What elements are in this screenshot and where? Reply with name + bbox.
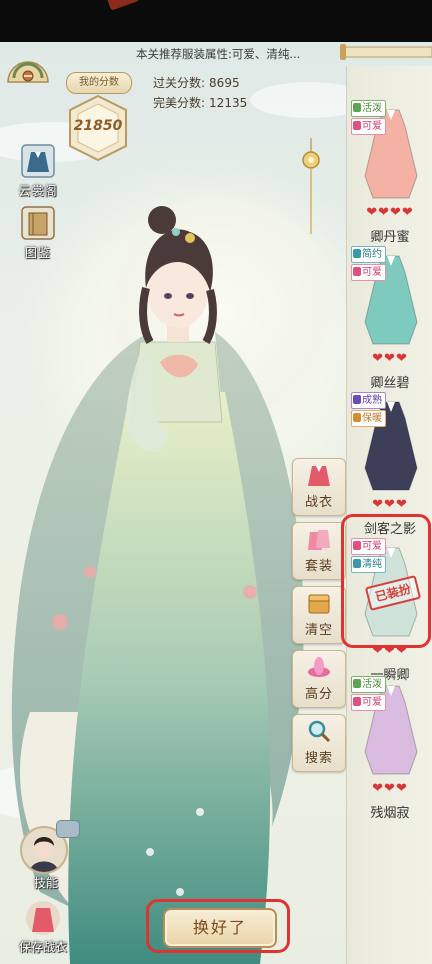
high-score-label: 高分 — [304, 687, 333, 702]
tag-label: 简约 — [362, 249, 382, 260]
item-name: 残烟寂 — [370, 806, 410, 821]
scroll-icon — [340, 44, 432, 60]
attribute-tag: 保暖 — [351, 410, 386, 427]
tag-icon — [353, 395, 361, 404]
search-icon — [308, 720, 331, 743]
skill-badge-icon — [56, 820, 80, 838]
tag-icon — [353, 267, 361, 276]
clear-label: 清空 — [304, 623, 333, 638]
save-label: 保存战衣 — [18, 940, 67, 954]
wardrobe-item[interactable]: 简约可爱 ❤❤❤ 卿丝碧 — [347, 246, 432, 394]
search-button[interactable]: 搜索 — [292, 714, 346, 772]
attribute-tag: 活泼 — [351, 100, 386, 117]
search-label: 搜索 — [304, 751, 333, 766]
attribute-tag: 简约 — [351, 246, 386, 263]
skill-label: 技能 — [33, 876, 58, 890]
tag-label: 成熟 — [362, 395, 382, 406]
item-name: 卿丹蜜 — [370, 230, 410, 245]
heart-rating: ❤❤❤ — [372, 351, 408, 366]
dressup-scene: 我的分数 21850 本关推荐服装属性:可爱、清纯... 过关分数: 8695 完… — [0, 42, 432, 964]
tag-icon — [353, 413, 361, 422]
my-score-label: 我的分数 — [66, 72, 132, 94]
attribute-tag: 活泼 — [351, 676, 386, 693]
cloud-wardrobe-button[interactable]: 云裳阁 — [12, 142, 64, 199]
outfit-set-icon — [308, 530, 330, 550]
tag-label: 可爱 — [362, 697, 382, 708]
perfect-score-label: 完美分数: — [153, 96, 206, 110]
tag-icon — [353, 697, 361, 706]
chest-icon — [308, 594, 330, 614]
heart-rating: ❤❤❤❤ — [366, 205, 414, 220]
attribute-tag: 可爱 — [351, 264, 386, 281]
perfect-score-value: 12135 — [209, 96, 248, 110]
tag-label: 保暖 — [362, 413, 382, 424]
tag-icon — [353, 103, 361, 112]
tag-label: 活泼 — [362, 103, 382, 114]
pass-score-value: 8695 — [209, 76, 240, 90]
lotus-icon — [308, 657, 330, 677]
back-fan-icon[interactable] — [4, 56, 52, 86]
tag-label: 可爱 — [362, 267, 382, 278]
attribute-tag: 成熟 — [351, 392, 386, 409]
perfect-score: 完美分数: 12135 — [153, 94, 247, 111]
pass-score: 过关分数: 8695 — [153, 74, 240, 91]
skill-button[interactable]: 技能 — [18, 820, 80, 892]
outfit-set-button[interactable]: 套装 — [292, 522, 346, 580]
outfit-set-label: 套装 — [304, 559, 333, 574]
status-bar — [0, 0, 432, 42]
attribute-tag: 可爱 — [351, 694, 386, 711]
wardrobe-item[interactable]: 活泼可爱 ❤❤❤❤ 卿丹蜜 — [347, 100, 432, 248]
tag-label: 活泼 — [362, 679, 382, 690]
pass-score-label: 过关分数: — [153, 76, 206, 90]
robe-icon — [21, 144, 55, 178]
wardrobe-item[interactable]: 活泼可爱 ❤❤❤ 残烟寂 — [347, 676, 432, 824]
my-score-panel: 我的分数 21850 — [62, 70, 136, 166]
attribute-tag: 可爱 — [351, 118, 386, 135]
high-score-button[interactable]: 高分 — [292, 650, 346, 708]
confirm-highlight — [146, 899, 290, 953]
recommendation-text: 本关推荐服装属性:可爱、清纯... — [136, 47, 301, 61]
tag-icon — [353, 121, 361, 130]
selected-item-highlight — [341, 514, 431, 648]
item-name: 卿丝碧 — [370, 376, 410, 391]
battle-robe-icon — [308, 466, 330, 486]
battle-robe-button[interactable]: 战衣 — [292, 458, 346, 516]
clear-button[interactable]: 清空 — [292, 586, 346, 644]
heart-rating: ❤❤❤ — [372, 497, 408, 512]
save-robe-icon — [26, 901, 60, 935]
tag-label: 可爱 — [362, 121, 382, 132]
save-battle-robe-button[interactable]: 保存战衣 — [10, 898, 76, 960]
tag-icon — [353, 249, 361, 258]
tag-icon — [353, 679, 361, 688]
heart-rating: ❤❤❤ — [372, 781, 408, 796]
my-score-value: 21850 — [73, 118, 123, 134]
battle-robe-label: 战衣 — [304, 495, 333, 510]
